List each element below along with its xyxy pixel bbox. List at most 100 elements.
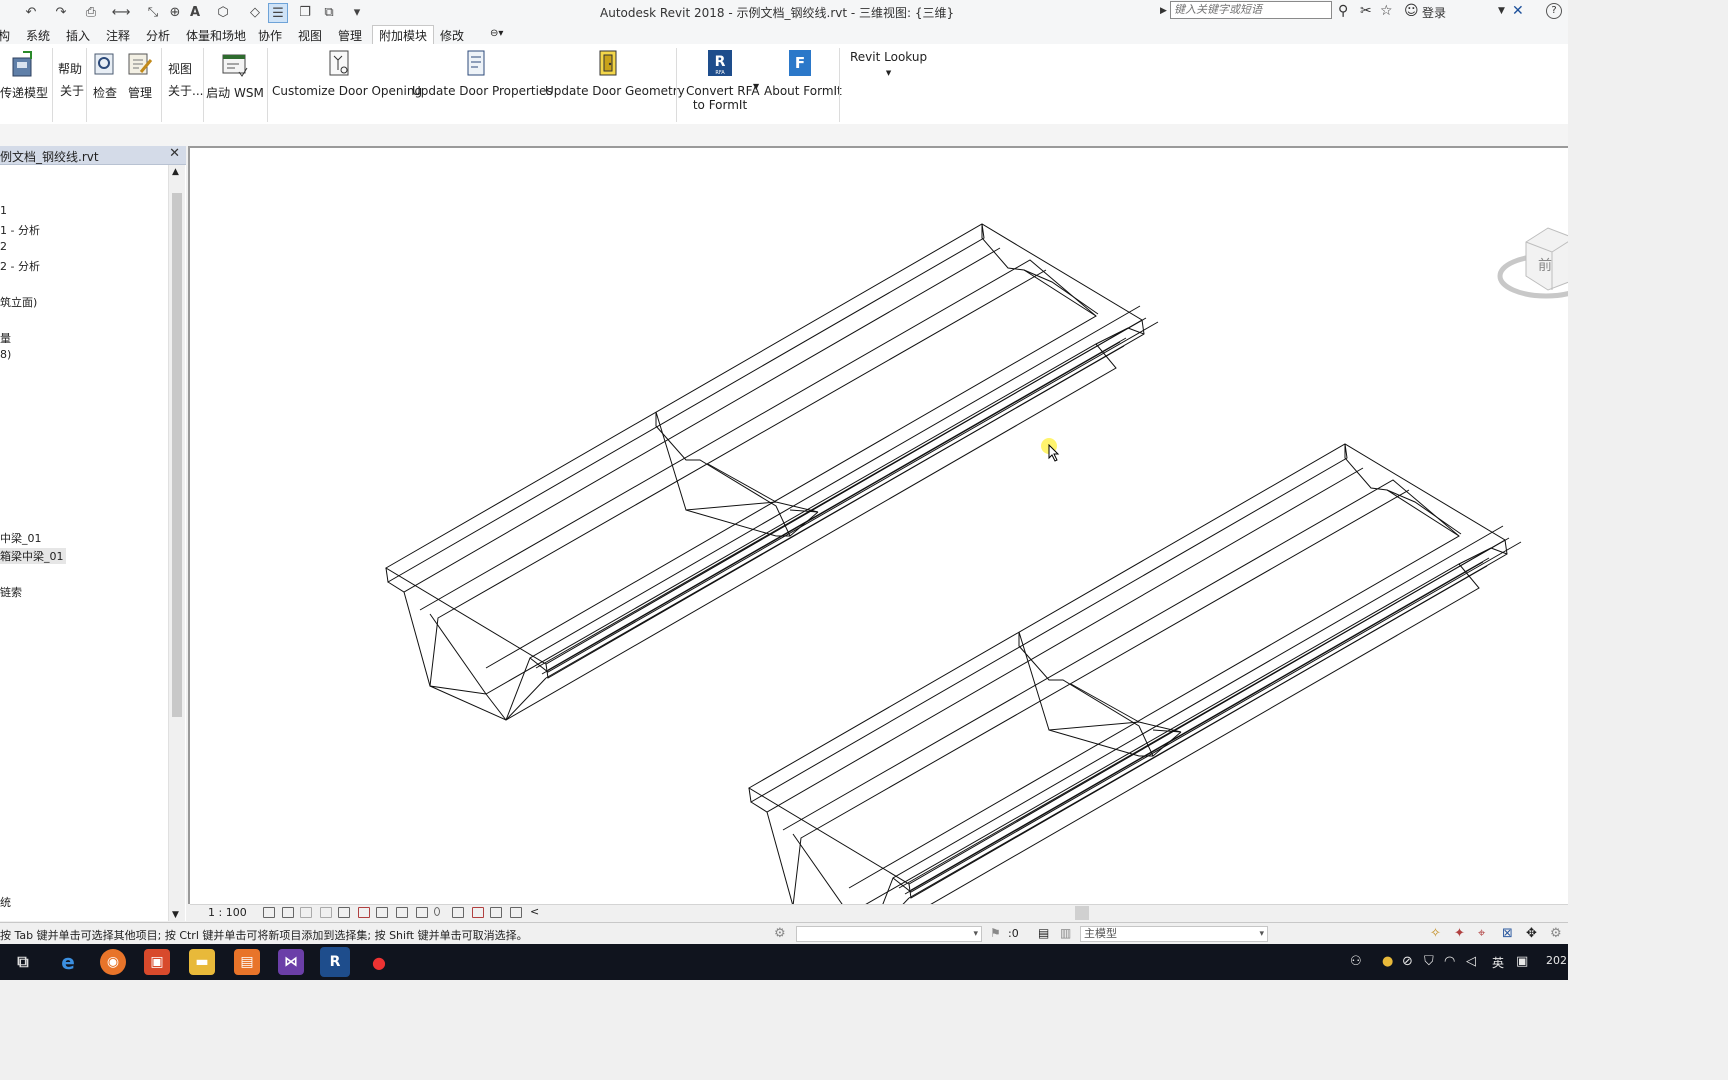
people-icon[interactable]: ⚇ [1350, 954, 1362, 969]
task-view-icon[interactable]: ⧉ [10, 949, 36, 975]
tab-view[interactable]: 视图 [298, 27, 322, 44]
tab-collaborate[interactable]: 协作 [258, 27, 282, 44]
dimension-icon[interactable]: ⤡ [144, 3, 162, 21]
editable-only-icon[interactable]: ▤ [1038, 926, 1049, 940]
login-link[interactable]: 登录 [1422, 4, 1446, 21]
undo-icon[interactable]: ↶ [22, 3, 40, 21]
scroll-thumb[interactable] [172, 193, 182, 717]
tree-item[interactable]: 筑立面) [0, 294, 37, 310]
view-scale[interactable]: 1 : 100 [208, 906, 247, 919]
internet-explorer-icon[interactable]: e [55, 949, 81, 975]
media-app-icon[interactable]: ▣ [144, 949, 170, 975]
tree-item[interactable]: 8) [0, 348, 11, 361]
login-dropdown-icon[interactable]: ▼ [1498, 6, 1505, 16]
tree-item[interactable]: 2 [0, 240, 7, 253]
about-ellipsis-button[interactable]: 关于... [168, 82, 203, 99]
measure-icon[interactable]: ⟷ [112, 3, 131, 21]
exclude-options-icon[interactable]: ▥ [1060, 926, 1071, 940]
show-crop-icon[interactable] [376, 907, 388, 918]
tray-sync-icon[interactable]: ⊘ [1402, 954, 1413, 969]
workset-dropdown[interactable]: ▾ [796, 926, 982, 942]
worksets-icon[interactable]: ⚙ [774, 926, 786, 941]
about-formit-button[interactable]: F About FormIt [764, 48, 842, 98]
drag-elements-icon[interactable]: ✥ [1526, 926, 1537, 941]
lock-view-icon[interactable] [396, 907, 408, 918]
horizontal-scroll-thumb[interactable] [1075, 906, 1089, 920]
tab-analyze[interactable]: 分析 [146, 27, 170, 44]
ime-indicator[interactable]: 英 [1492, 954, 1504, 971]
sun-path-icon[interactable] [300, 907, 312, 918]
tree-item[interactable]: 2 - 分析 [0, 258, 40, 274]
text-icon[interactable]: A [186, 3, 204, 21]
tree-item[interactable]: 量 [0, 330, 11, 346]
pdf-app-icon[interactable]: ▤ [234, 949, 260, 975]
crop-view-icon[interactable] [358, 907, 370, 918]
tab-insert[interactable]: 插入 [66, 27, 90, 44]
file-explorer-icon[interactable]: ▬ [189, 949, 215, 975]
subscription-icon[interactable]: ✂ [1360, 3, 1372, 19]
tree-item[interactable]: 1 - 分析 [0, 222, 40, 238]
tab-modify[interactable]: 修改 [440, 27, 464, 44]
model-dropdown[interactable]: 主模型 ▾ [1080, 926, 1268, 942]
tab-annotate[interactable]: 注释 [106, 27, 130, 44]
section-icon[interactable]: ◇ [246, 3, 264, 21]
reveal-hidden-icon[interactable] [434, 907, 440, 916]
select-by-face-icon[interactable]: ⊠ [1502, 926, 1513, 941]
visual-studio-icon[interactable]: ⋈ [278, 949, 304, 975]
browser-scrollbar[interactable]: ▲ ▼ [168, 165, 185, 921]
select-underlay-icon[interactable]: ✦ [1454, 926, 1465, 941]
manage-button[interactable]: 管理 [126, 50, 154, 101]
select-pinned-icon[interactable]: ⌖ [1478, 926, 1485, 941]
tab-systems[interactable]: 系统 [26, 27, 50, 44]
ribbon-minimize-icon[interactable]: ⊖▾ [490, 28, 503, 39]
update-door-geometry-button[interactable]: Update Door Geometry [545, 48, 685, 98]
tree-item[interactable]: 中梁_01 [0, 530, 42, 546]
switch-windows-icon[interactable]: ⧉ [320, 3, 338, 21]
revit-taskbar-icon[interactable]: R [320, 947, 350, 977]
tray-app-icon[interactable]: ● [1382, 954, 1393, 969]
search-input[interactable] [1170, 1, 1332, 19]
print-icon[interactable]: ⎙ [82, 3, 100, 21]
clock[interactable]: 202 [1546, 954, 1567, 967]
thin-lines-icon[interactable]: ☰ [268, 3, 288, 23]
chevron-left-icon[interactable]: < [530, 905, 539, 918]
design-options-icon[interactable]: ⚑ [990, 926, 1001, 940]
start-wsm-button[interactable]: 启动 WSM [206, 50, 264, 101]
tab-massing-site[interactable]: 体量和场地 [186, 27, 246, 44]
tree-item[interactable]: 统 [0, 894, 11, 910]
tab-structure[interactable]: 构 [0, 27, 10, 44]
tag-icon[interactable]: ⊕ [166, 3, 184, 21]
scroll-up-icon[interactable]: ▲ [172, 167, 179, 177]
visual-style-icon[interactable] [282, 907, 294, 918]
browser-icon[interactable]: ◉ [100, 949, 126, 975]
close-icon[interactable]: ✕ [169, 146, 180, 161]
filter-icon[interactable]: ⚙ [1550, 926, 1562, 941]
viewcube[interactable]: 前 [1496, 218, 1568, 314]
convert-rfa-dropdown-icon[interactable]: ▼ [753, 82, 759, 91]
recorder-icon[interactable]: ● [366, 949, 392, 975]
customize-toolbar-icon[interactable]: ▾ [348, 3, 366, 21]
shield-icon[interactable]: ⛉ [1424, 954, 1434, 969]
binoculars-icon[interactable]: ⚲ [1338, 3, 1348, 19]
favorites-star-icon[interactable]: ☆ [1380, 3, 1393, 19]
tree-item-selected[interactable]: 箱梁中梁_01 [0, 548, 66, 564]
3d-view-icon[interactable]: ⬡ [214, 3, 232, 21]
detail-level-icon[interactable] [263, 907, 275, 918]
update-door-properties-button[interactable]: Update Door Properties [412, 48, 553, 98]
help-icon[interactable]: ? [1546, 3, 1562, 19]
render-dialog-icon[interactable] [338, 907, 350, 918]
select-links-icon[interactable]: ✧ [1430, 926, 1441, 941]
exchange-apps-icon[interactable]: ✕ [1512, 3, 1524, 19]
view-button[interactable]: 视图 [168, 60, 192, 77]
convert-rfa-button[interactable]: R RFA Convert RFA to FormIt [686, 48, 760, 112]
about-button[interactable]: 关于 [60, 82, 84, 99]
close-hidden-icon[interactable]: ❐ [296, 3, 314, 21]
expand-arrow-icon[interactable]: ▶ [1160, 6, 1167, 16]
inspect-button[interactable]: 检查 [92, 50, 118, 101]
volume-icon[interactable]: ◁ [1466, 954, 1476, 969]
user-icon[interactable]: ☺ [1404, 3, 1419, 19]
temporary-view-props-icon[interactable] [452, 907, 464, 918]
3d-viewport[interactable]: 前 [188, 146, 1568, 904]
revit-lookup-button[interactable]: Revit Lookup ▼ [850, 50, 927, 78]
analytical-model-icon[interactable] [472, 907, 484, 918]
